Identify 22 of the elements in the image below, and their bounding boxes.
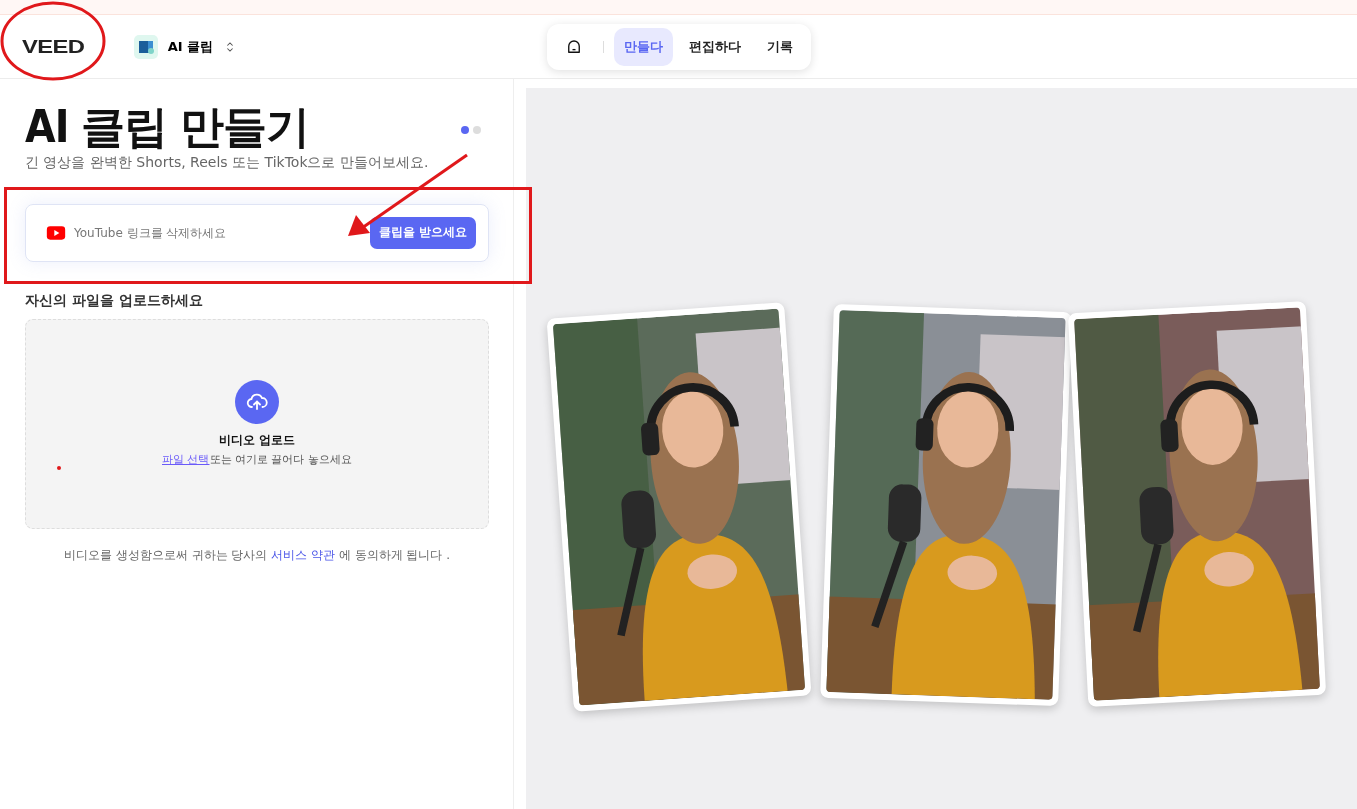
nav-tab[interactable]: 편집하다 xyxy=(679,28,751,66)
page-subtitle: 긴 영상을 완벽한 Shorts, Reels 또는 TikTok으로 만들어보세요. xyxy=(25,153,430,172)
link-field[interactable]: YouTube 링크를 삭제하세요 xyxy=(46,222,264,243)
terms-text: 비디오를 생성함으로써 귀하는 당사의 서비스 약관 에 동의하게 됩니다 . xyxy=(62,546,452,564)
page-title: AI 클립 만들기 xyxy=(25,101,309,154)
upload-hint: 또는 여기로 끌어다 놓으세요 xyxy=(209,453,352,467)
home-icon xyxy=(565,38,583,56)
product-switcher[interactable]: AI 클립 xyxy=(133,34,238,59)
upload-icon xyxy=(235,380,279,425)
pager-dot[interactable] xyxy=(461,126,469,134)
upload-dropzone[interactable]: 비디오 업로드 파일 선택 또는 여기로 끌어다 놓으세요 xyxy=(25,318,489,529)
upload-heading: 자신의 파일을 업로드하세요 xyxy=(25,291,204,310)
veed-logo[interactable]: VEED xyxy=(22,35,85,58)
get-clips-button[interactable]: 클립을 받으세요 xyxy=(369,216,476,249)
upload-title: 비디오 업로드 xyxy=(218,432,296,450)
choose-file-link[interactable]: 파일 선택 xyxy=(162,453,210,467)
nav-tab[interactable]: 기록 xyxy=(757,28,803,66)
nav-tab[interactable]: 만들다 xyxy=(614,28,673,66)
pager-dot[interactable] xyxy=(473,126,481,134)
annotation-dot xyxy=(57,466,61,470)
product-icon xyxy=(133,34,158,59)
terms-link[interactable]: 서비스 약관 xyxy=(271,547,335,562)
